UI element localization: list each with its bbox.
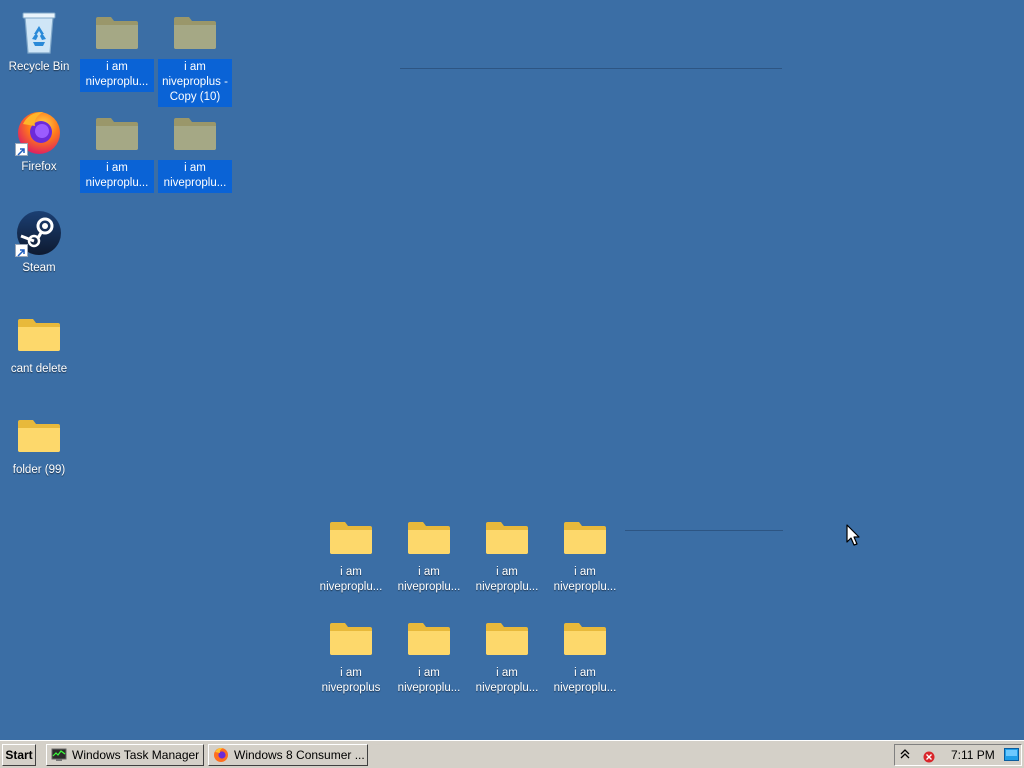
folder-icon: [405, 614, 453, 662]
desktop-icon-steam[interactable]: Steam: [1, 209, 77, 278]
desktop-icon-label: folder (99): [12, 464, 66, 476]
folder-icon: [483, 513, 531, 561]
network-error-icon[interactable]: [923, 751, 935, 766]
folder-icon: [93, 109, 141, 157]
taskbar-button-label: Windows Task Manager: [72, 748, 200, 762]
task-manager-icon: [51, 747, 67, 763]
desktop-icon-folder-selected[interactable]: i am niveproplu...: [157, 109, 233, 193]
firefox-icon: [15, 108, 63, 156]
desktop-icon-folder[interactable]: i am niveproplu...: [547, 513, 623, 597]
folder-icon: [171, 8, 219, 56]
desktop-icon-folder[interactable]: i am niveproplu...: [391, 614, 467, 698]
desktop-icon-folder[interactable]: i am niveproplu...: [469, 513, 545, 597]
desktop-icon-label: i am niveproplu...: [475, 667, 539, 694]
desktop-icon-label: i am niveproplu...: [319, 566, 383, 593]
folder-icon: [93, 8, 141, 56]
desktop-icon-label: Recycle Bin: [8, 61, 70, 73]
taskbar-button-task-manager[interactable]: Windows Task Manager: [46, 744, 204, 766]
desktop-preview-icon[interactable]: [1004, 748, 1019, 764]
desktop-icon-folder[interactable]: i am niveproplu...: [313, 513, 389, 597]
desktop-icon-label: i am niveproplu...: [553, 566, 617, 593]
desktop-icon-folder[interactable]: i am niveproplus: [313, 614, 389, 698]
desktop[interactable]: Recycle Bin Firefox Steam cant delete fo…: [0, 0, 1024, 740]
taskbar-button-label: Windows 8 Consumer ...: [234, 748, 365, 762]
desktop-icon-folder[interactable]: i am niveproplu...: [547, 614, 623, 698]
desktop-icon-folder-selected[interactable]: i am niveproplu...: [79, 109, 155, 193]
folder-icon: [405, 513, 453, 561]
taskbar-button-firefox[interactable]: Windows 8 Consumer ...: [208, 744, 368, 766]
shortcut-arrow-icon: [15, 143, 28, 156]
desktop-artifact-line: [625, 530, 783, 531]
folder-icon: [327, 513, 375, 561]
desktop-icon-label: i am niveproplus: [321, 667, 381, 694]
desktop-icon-label: i am niveproplu...: [553, 667, 617, 694]
desktop-icon-label: i am niveproplu...: [397, 667, 461, 694]
folder-icon: [15, 411, 63, 459]
desktop-icon-folder-selected[interactable]: i am niveproplu...: [79, 8, 155, 92]
folder-icon: [171, 109, 219, 157]
desktop-icon-label: i am niveproplu...: [158, 160, 232, 193]
desktop-icon-folder[interactable]: i am niveproplu...: [469, 614, 545, 698]
folder-icon: [327, 614, 375, 662]
desktop-icon-folder-99[interactable]: folder (99): [1, 411, 77, 480]
desktop-icon-label: i am niveproplu...: [397, 566, 461, 593]
desktop-icon-label: i am niveproplus - Copy (10): [158, 59, 232, 107]
desktop-icon-label: Steam: [22, 262, 56, 274]
folder-icon: [15, 310, 63, 358]
folder-icon: [561, 614, 609, 662]
shortcut-arrow-icon: [15, 244, 28, 257]
show-hidden-icons-chevron-icon[interactable]: [900, 748, 910, 763]
desktop-icon-cant-delete[interactable]: cant delete: [1, 310, 77, 379]
folder-icon: [561, 513, 609, 561]
firefox-icon: [213, 747, 229, 763]
folder-icon: [483, 614, 531, 662]
desktop-icon-firefox[interactable]: Firefox: [1, 108, 77, 177]
desktop-artifact-line: [400, 68, 782, 69]
desktop-icon-recycle-bin[interactable]: Recycle Bin: [1, 8, 77, 77]
desktop-icon-label: i am niveproplu...: [475, 566, 539, 593]
start-button[interactable]: Start: [2, 744, 36, 766]
desktop-icon-label: i am niveproplu...: [80, 59, 154, 92]
system-tray: 7:11 PM: [894, 744, 1022, 766]
clock[interactable]: 7:11 PM: [951, 748, 995, 762]
steam-icon: [15, 209, 63, 257]
taskbar: Start Windows Task Manager Windows 8 Con…: [0, 740, 1024, 768]
recycle-bin-icon: [15, 8, 63, 56]
desktop-icon-label: Firefox: [21, 161, 57, 173]
desktop-icon-folder[interactable]: i am niveproplu...: [391, 513, 467, 597]
desktop-icon-label: i am niveproplu...: [80, 160, 154, 193]
mouse-pointer-icon: [846, 524, 862, 548]
desktop-icon-label: cant delete: [10, 363, 68, 375]
desktop-icon-folder-selected[interactable]: i am niveproplus - Copy (10): [157, 8, 233, 107]
